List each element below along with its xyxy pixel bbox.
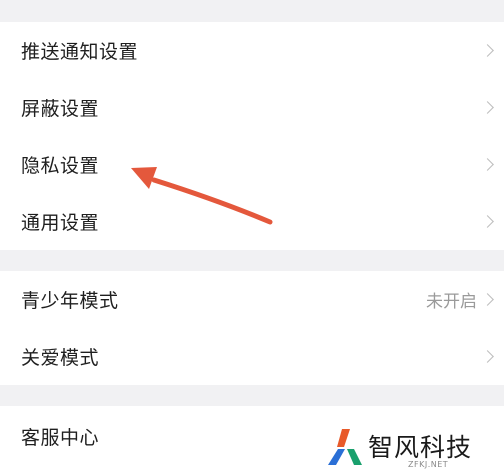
settings-item-label: 通用设置 (21, 212, 100, 234)
settings-item-general[interactable]: 通用设置 (0, 193, 504, 250)
settings-item-privacy[interactable]: 隐私设置 (0, 136, 504, 193)
settings-item-label: 客服中心 (21, 426, 100, 449)
settings-item-label: 青少年模式 (21, 290, 119, 312)
settings-screen: 推送通知设置 屏蔽设置 隐私设置 通用设置 青少年模式 未开启 关爱模式 客服中… (0, 0, 504, 475)
watermark-brand: 智风科技 (368, 433, 473, 462)
settings-group-general: 推送通知设置 屏蔽设置 隐私设置 通用设置 (0, 22, 504, 250)
settings-item-label: 关爱模式 (21, 347, 100, 369)
settings-item-youth-mode[interactable]: 青少年模式 未开启 (0, 271, 504, 328)
watermark: 智风科技 ZFKJ.NET (326, 424, 504, 475)
settings-group-modes: 青少年模式 未开启 关爱模式 (0, 271, 504, 385)
youth-mode-status: 未开启 (426, 292, 477, 312)
chevron-right-icon (481, 292, 494, 306)
settings-item-label: 推送通知设置 (21, 41, 139, 63)
settings-item-label: 屏蔽设置 (21, 98, 100, 120)
chevron-right-icon (481, 214, 494, 228)
chevron-right-icon (481, 43, 494, 57)
brand-logo-icon (328, 429, 362, 465)
settings-item-care-mode[interactable]: 关爱模式 (0, 328, 504, 385)
chevron-right-icon (481, 349, 494, 363)
settings-item-push-notifications[interactable]: 推送通知设置 (0, 22, 504, 79)
chevron-right-icon (481, 100, 494, 114)
settings-item-block[interactable]: 屏蔽设置 (0, 79, 504, 136)
watermark-domain: ZFKJ.NET (408, 460, 449, 469)
chevron-right-icon (481, 157, 494, 171)
settings-item-label: 隐私设置 (21, 155, 100, 177)
